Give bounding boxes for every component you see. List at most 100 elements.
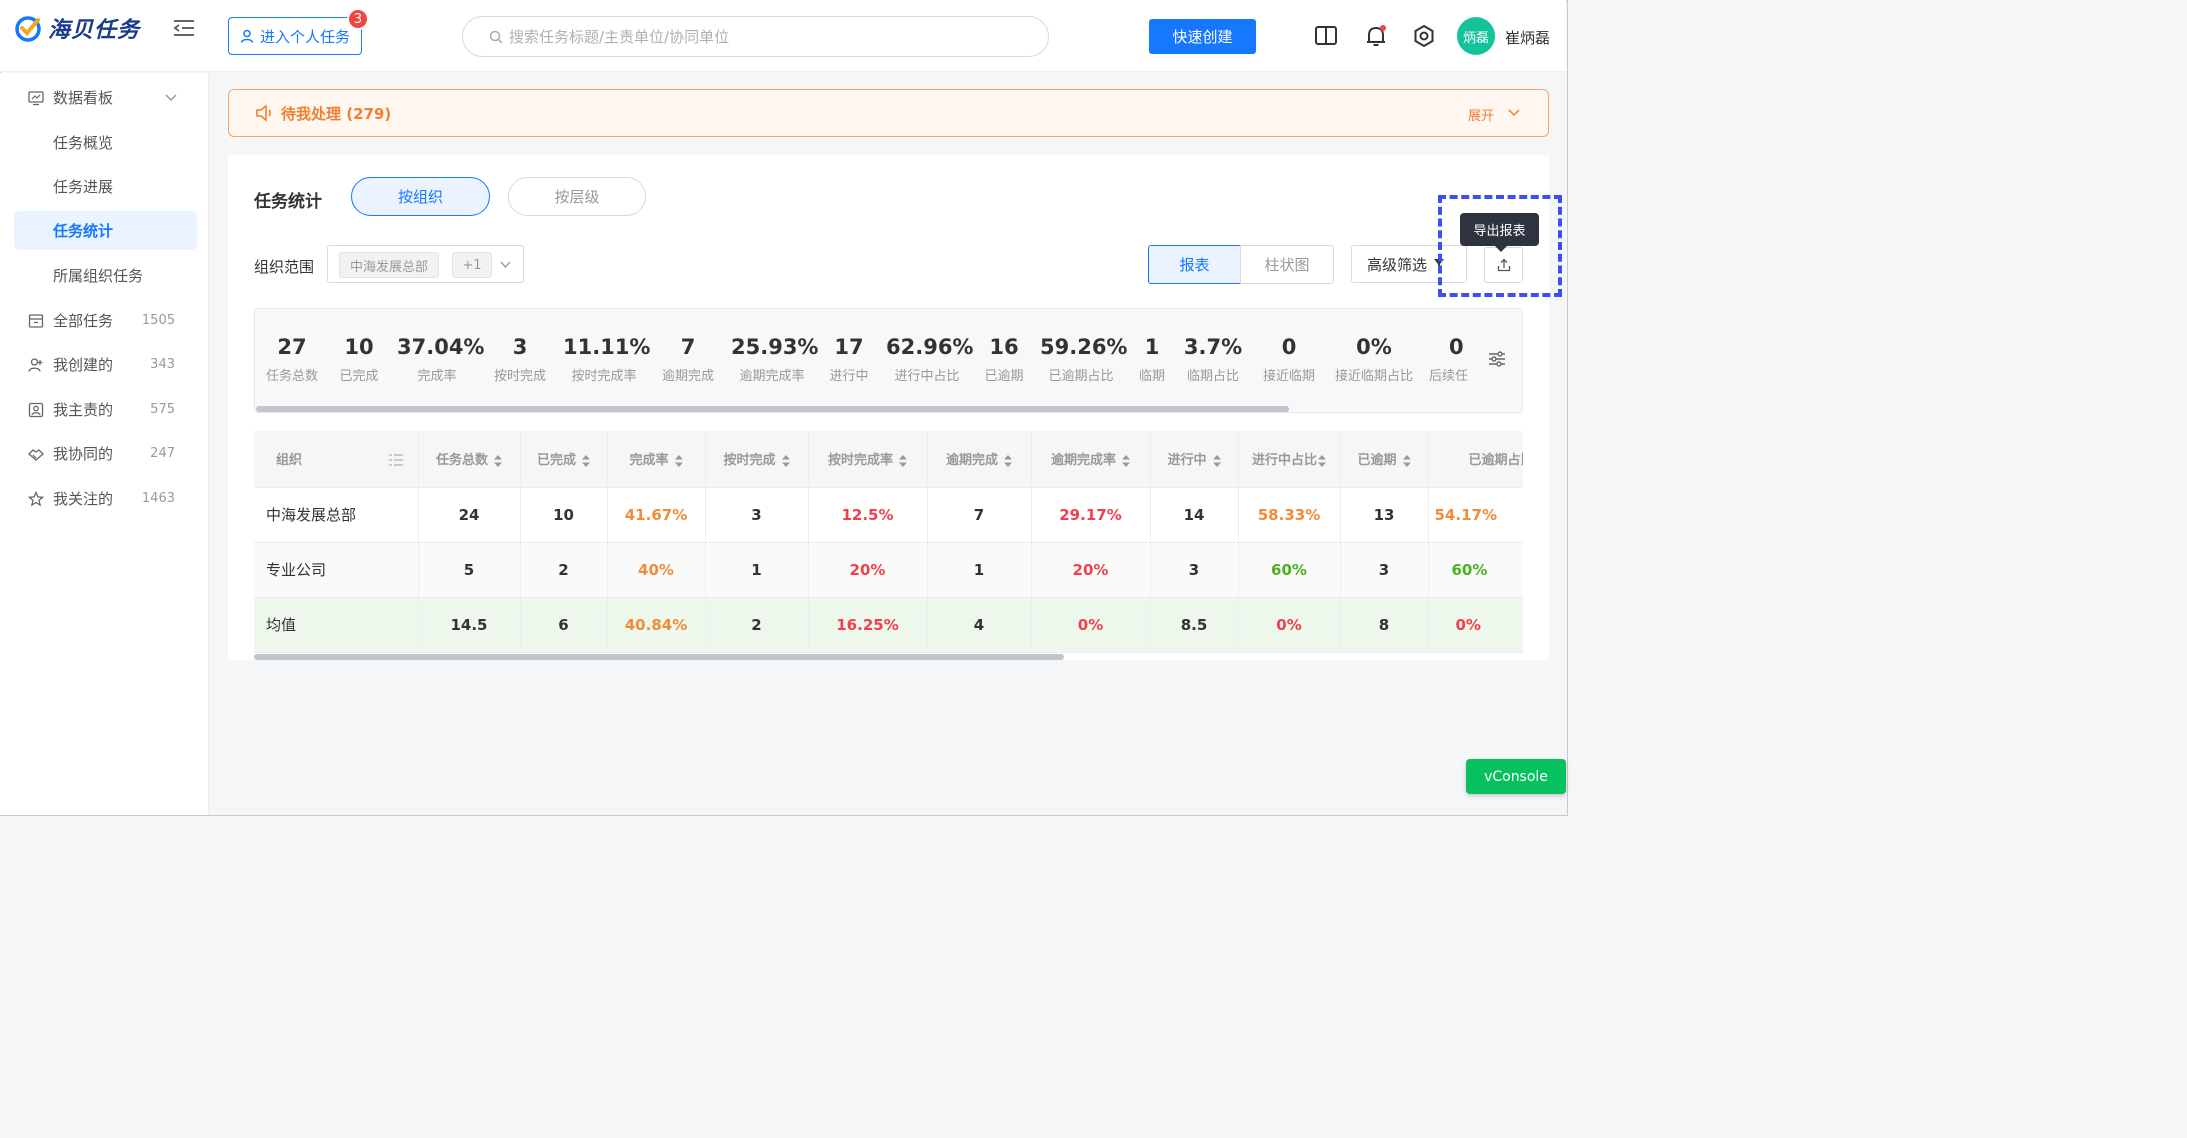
avatar[interactable]: 炳磊 xyxy=(1457,17,1495,55)
sort-icon xyxy=(494,454,502,467)
notification-badge: 3 xyxy=(347,8,369,30)
statistics-card: 任务统计 按组织 按层级 组织范围 中海发展总部 +1 报表 柱状图 高级筛选 … xyxy=(228,155,1549,660)
bell-icon[interactable] xyxy=(1364,24,1388,48)
stat-value: 3.7% xyxy=(1183,335,1243,359)
cell-value: 54.17% xyxy=(1428,487,1523,543)
stat-value: 0 xyxy=(1281,335,1297,359)
stat-item: 17 进行中 xyxy=(826,335,872,384)
column-header-on-time-rate[interactable]: 按时完成率 xyxy=(808,431,928,488)
stat-value: 59.26% xyxy=(1040,335,1128,359)
stat-value: 16 xyxy=(989,335,1019,359)
column-header-in-progress[interactable]: 进行中 xyxy=(1150,431,1239,488)
pending-notice-bar[interactable]: 待我处理 (279) 展开 xyxy=(228,89,1549,137)
vconsole-button[interactable]: vConsole xyxy=(1466,759,1566,794)
stat-value: 25.93% xyxy=(731,335,819,359)
sort-icon xyxy=(1212,454,1221,467)
sidebar-item-label: 任务概览 xyxy=(53,134,114,152)
chevron-down-icon[interactable] xyxy=(1508,109,1520,117)
sidebar-item-dashboard[interactable]: 数据看板 xyxy=(14,78,197,117)
cell-value: 13 xyxy=(1340,487,1429,543)
list-icon xyxy=(388,454,403,466)
tab-by-org[interactable]: 按组织 xyxy=(351,177,490,216)
column-header-on-time[interactable]: 按时完成 xyxy=(705,431,809,488)
stat-item: 0% 接近临期占比 xyxy=(1331,335,1417,384)
personal-tasks-button[interactable]: 进入个人任务 3 xyxy=(228,8,369,55)
search-input[interactable]: 搜索任务标题/主责单位/协同单位 xyxy=(462,16,1049,57)
tab-by-level[interactable]: 按层级 xyxy=(508,177,646,216)
column-header-label: 按时完成 xyxy=(723,453,776,469)
menu-collapse-icon[interactable] xyxy=(172,18,196,38)
expand-link[interactable]: 展开 xyxy=(1468,105,1494,124)
stat-value: 17 xyxy=(834,335,864,359)
export-highlight-box xyxy=(1438,195,1562,297)
cell-value: 1 xyxy=(927,542,1032,598)
cell-value: 58.33% xyxy=(1238,487,1341,543)
speaker-icon xyxy=(256,104,271,122)
column-header-org[interactable]: 组织 xyxy=(254,431,419,488)
sidebar-item-progress[interactable]: 任务进展 xyxy=(14,167,197,206)
stats-scrollbar[interactable] xyxy=(256,406,1289,412)
sort-icon xyxy=(899,454,907,467)
table-row-average[interactable]: 均值 14.5 6 40.84% 2 16.25% 4 0% 8.5 0% 8 … xyxy=(254,597,1523,653)
sidebar-item-followed[interactable]: 我关注的 1463 xyxy=(14,479,197,518)
column-header-overdue-done[interactable]: 逾期完成 xyxy=(927,431,1032,488)
table-row[interactable]: 专业公司 5 2 40% 1 20% 1 20% 3 60% 3 60% xyxy=(254,542,1523,598)
pending-count-text: 待我处理 (279) xyxy=(281,105,392,123)
table-row[interactable]: 中海发展总部 24 10 41.67% 3 12.5% 7 29.17% 14 … xyxy=(254,487,1523,543)
cell-value: 0% xyxy=(1428,597,1523,653)
sidebar-item-created[interactable]: 我创建的 343 xyxy=(14,345,197,384)
view-report-button[interactable]: 报表 xyxy=(1148,245,1241,284)
column-header-in-progress-ratio[interactable]: 进行中占比 xyxy=(1238,431,1341,488)
cell-org: 均值 xyxy=(254,597,419,653)
cell-value: 0% xyxy=(1238,597,1341,653)
column-header-overdue-done-rate[interactable]: 逾期完成率 xyxy=(1031,431,1151,488)
sidebar-item-statistics[interactable]: 任务统计 xyxy=(14,211,197,250)
sliders-icon xyxy=(1489,351,1505,367)
stat-label: 接近临期 xyxy=(1262,369,1315,384)
column-header-overdue-ratio[interactable]: 已逾期占比 xyxy=(1428,431,1523,488)
stats-config-button[interactable] xyxy=(1472,309,1522,409)
chevron-down-icon xyxy=(500,261,511,269)
sort-icon xyxy=(1318,454,1326,467)
settings-icon[interactable] xyxy=(1412,24,1436,48)
stat-value: 0% xyxy=(1356,335,1392,359)
cell-value: 40.84% xyxy=(607,597,706,653)
sort-icon xyxy=(1122,454,1130,467)
view-bar-chart-button[interactable]: 柱状图 xyxy=(1240,245,1334,284)
stats-summary: 27 任务总数 10 已完成 37.04% 完成率 3 按时完成 11.11% … xyxy=(254,308,1523,413)
book-icon[interactable] xyxy=(1314,24,1338,48)
cell-value: 1 xyxy=(705,542,809,598)
quick-create-button[interactable]: 快速创建 xyxy=(1149,19,1256,54)
column-header-label: 组织 xyxy=(276,453,303,469)
stat-item: 11.11% 按时完成率 xyxy=(563,335,650,384)
sidebar-item-count: 343 xyxy=(150,357,175,372)
advanced-filter-label: 高级筛选 xyxy=(1367,255,1428,274)
column-header-label: 逾期完成率 xyxy=(1050,453,1116,469)
cell-value: 41.67% xyxy=(607,487,706,543)
username[interactable]: 崔炳磊 xyxy=(1505,27,1550,48)
sidebar: 数据看板 任务概览 任务进展 任务统计 所属组织任务 全部任务 1505 我创建… xyxy=(0,73,209,815)
cell-value: 29.17% xyxy=(1031,487,1151,543)
logo[interactable]: 海贝任务 xyxy=(14,12,140,44)
stat-item: 10 已完成 xyxy=(335,335,383,384)
cell-value: 3 xyxy=(705,487,809,543)
column-header-completion-rate[interactable]: 完成率 xyxy=(607,431,706,488)
org-scope-select[interactable]: 中海发展总部 +1 xyxy=(327,245,524,283)
monitor-icon xyxy=(28,90,44,105)
badge-user-icon xyxy=(28,402,44,417)
sidebar-item-responsible[interactable]: 我主责的 575 xyxy=(14,390,197,429)
sidebar-item-org-tasks[interactable]: 所属组织任务 xyxy=(14,256,197,295)
sidebar-item-collaborated[interactable]: 我协同的 247 xyxy=(14,434,197,473)
stat-label: 按时完成率 xyxy=(571,369,637,384)
sidebar-item-overview[interactable]: 任务概览 xyxy=(14,123,197,162)
table-scrollbar[interactable] xyxy=(254,654,1064,660)
stat-item: 3.7% 临期占比 xyxy=(1179,335,1247,384)
cell-org: 专业公司 xyxy=(254,542,419,598)
column-header-overdue[interactable]: 已逾期 xyxy=(1340,431,1429,488)
sidebar-item-all-tasks[interactable]: 全部任务 1505 xyxy=(14,301,197,340)
column-header-completed[interactable]: 已完成 xyxy=(520,431,608,488)
stat-label: 进行中占比 xyxy=(894,369,960,384)
cell-value: 12.5% xyxy=(808,487,928,543)
column-header-total[interactable]: 任务总数 xyxy=(418,431,521,488)
sidebar-item-label: 所属组织任务 xyxy=(53,267,144,285)
